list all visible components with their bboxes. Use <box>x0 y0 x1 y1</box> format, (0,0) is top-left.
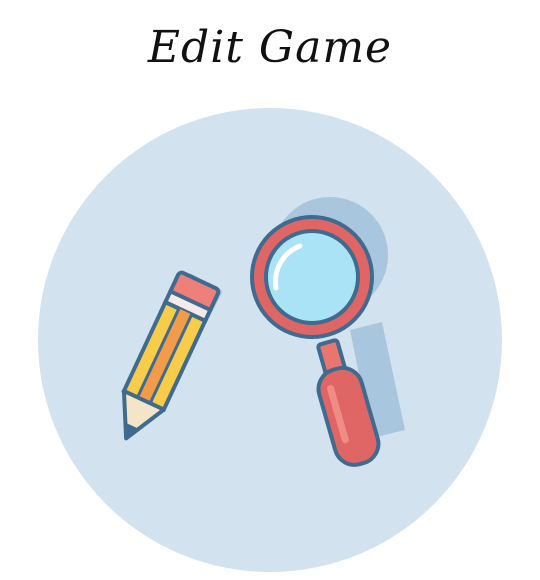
background-circle <box>38 108 502 572</box>
edit-game-screen: Edit Game <box>0 0 540 580</box>
edit-illustration <box>38 108 502 572</box>
